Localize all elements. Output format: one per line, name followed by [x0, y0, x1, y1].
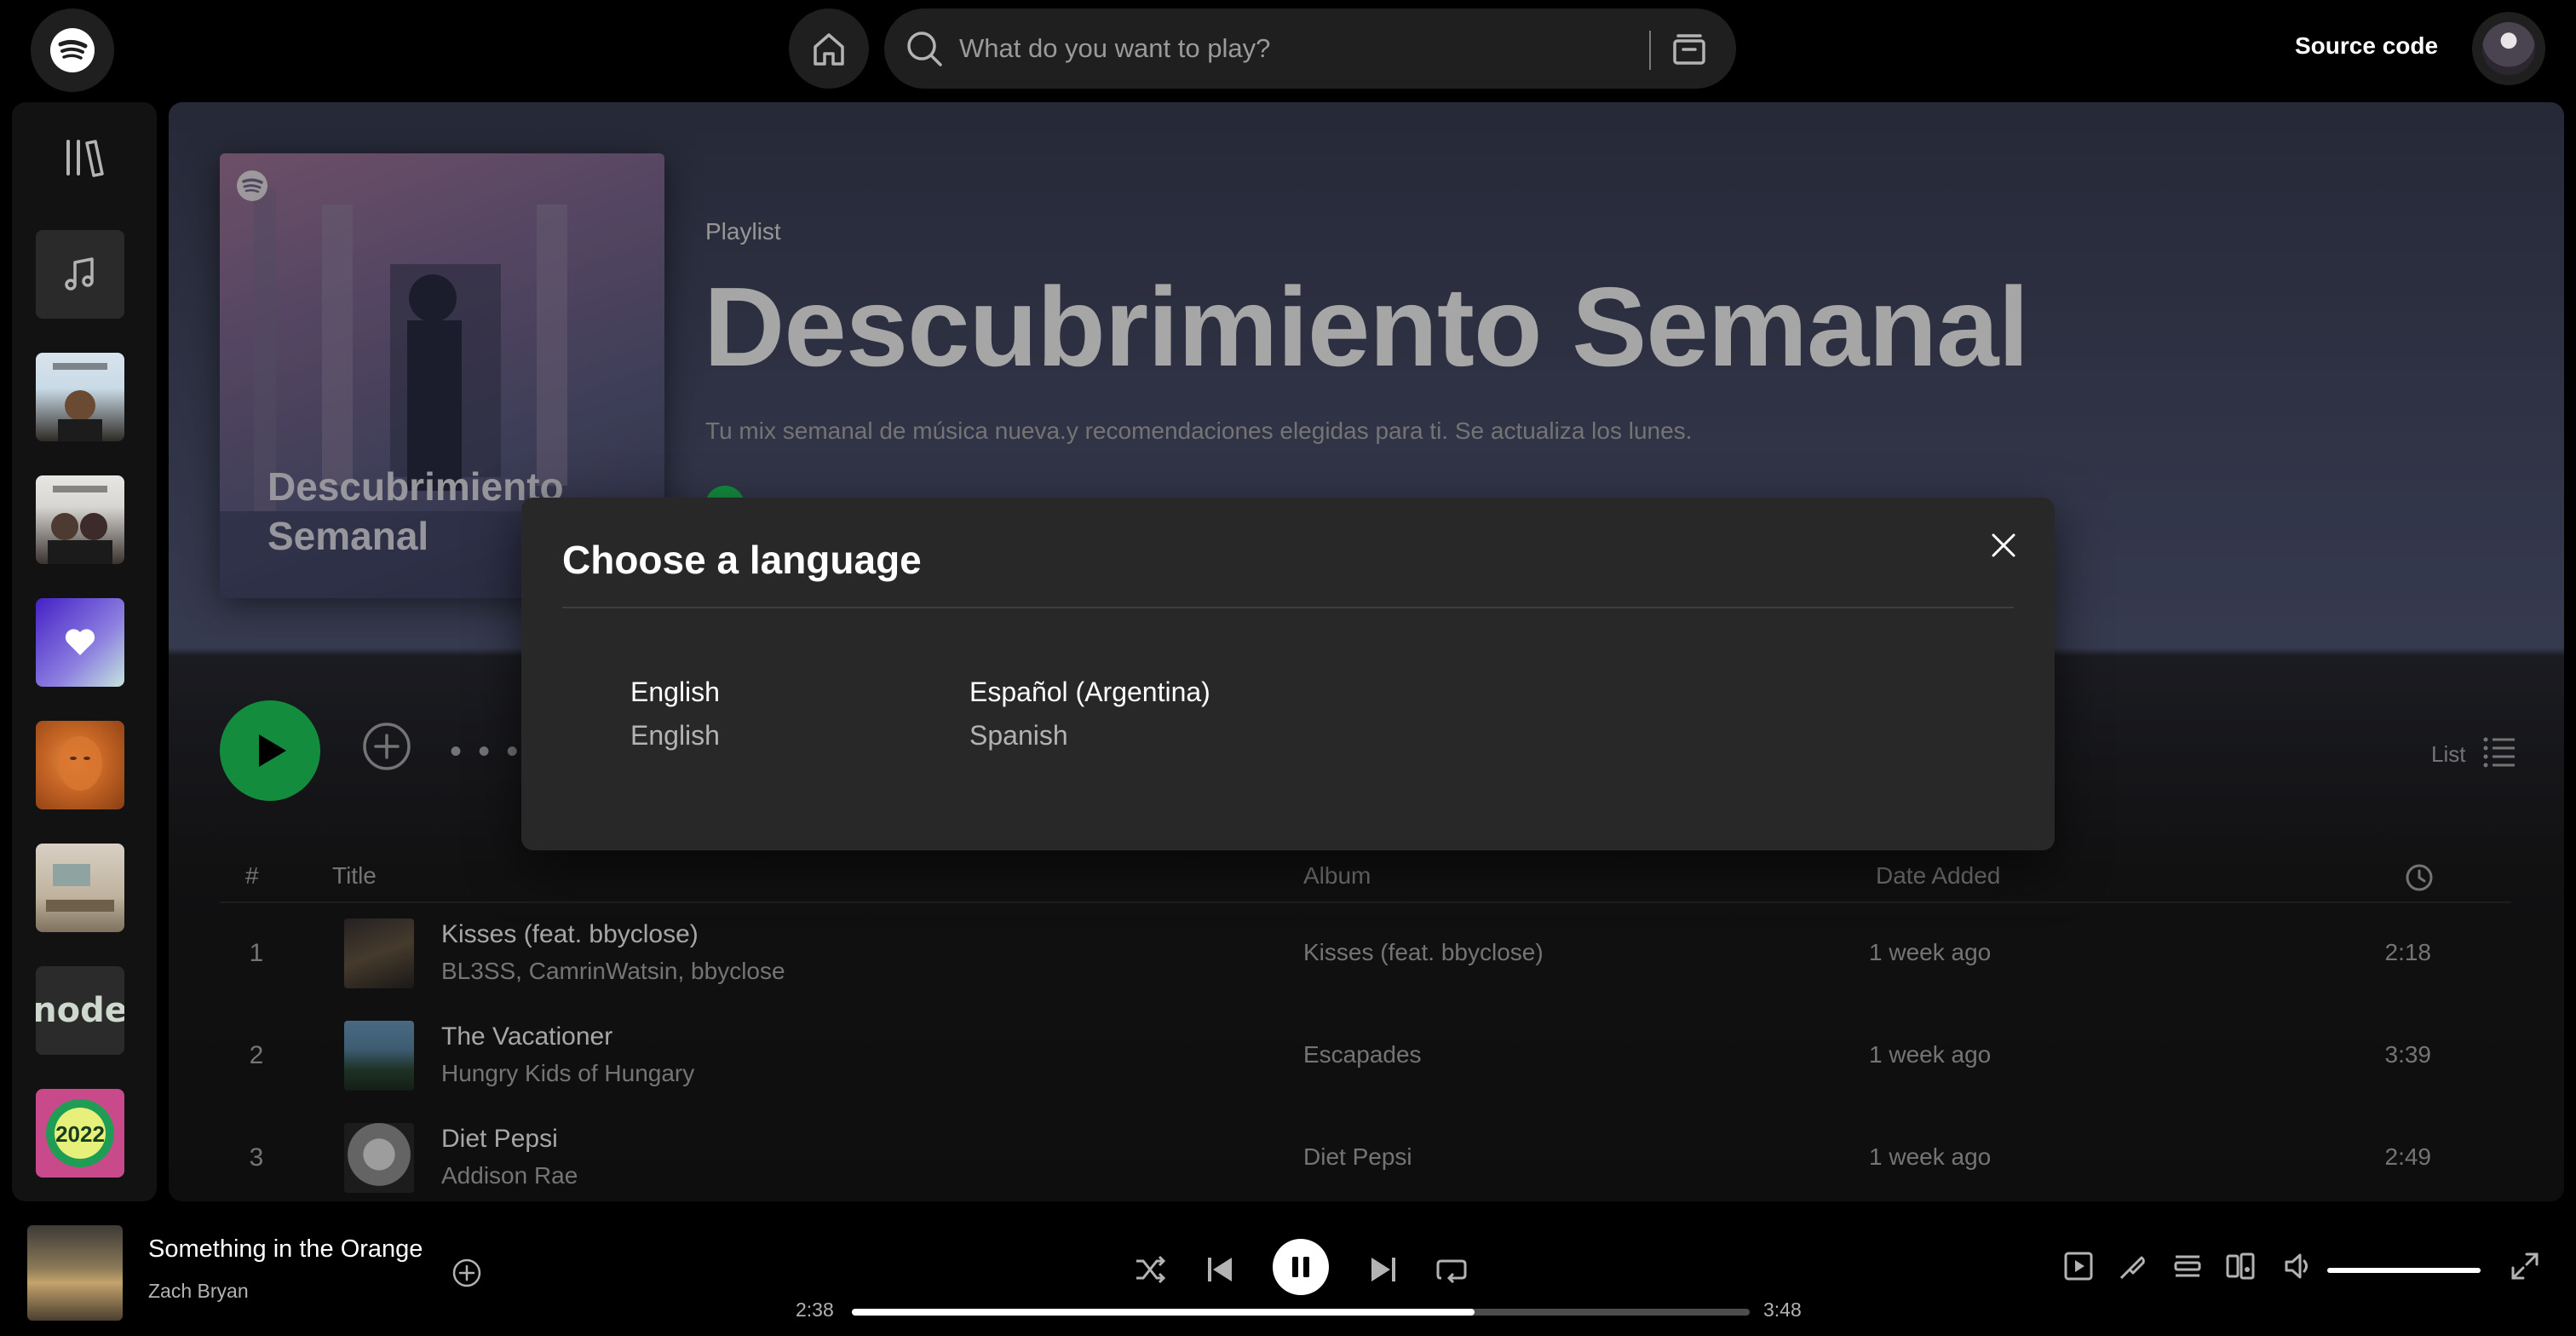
top-2022-text: 2022 [55, 1121, 105, 1147]
language-option-spanish[interactable]: Español (Argentina) Spanish [969, 677, 1210, 752]
rex-orange-county-cover [53, 363, 107, 441]
sidebar-item-music[interactable] [36, 230, 124, 319]
volume-fill [2327, 1268, 2481, 1273]
language-english-name: English [630, 720, 720, 751]
elapsed-time: 2:38 [796, 1299, 834, 1321]
node-cover-text: node [36, 991, 124, 1030]
sidebar-item-twenty-one-pilots[interactable] [36, 475, 124, 564]
volume-icon[interactable] [2283, 1251, 2314, 1281]
sidebar-item-orange-cover[interactable] [36, 721, 124, 809]
now-playing-art [27, 1225, 123, 1321]
music-note-icon [65, 257, 94, 291]
volume-slider[interactable] [2327, 1268, 2481, 1273]
sidebar-item-liked-songs[interactable] [36, 598, 124, 687]
pause-button[interactable] [1273, 1239, 1329, 1295]
sidebar-item-node-cover[interactable]: node [36, 966, 124, 1055]
language-english-name: Spanish [969, 720, 1068, 751]
spotify-logo-icon[interactable] [31, 9, 114, 92]
sidebar: node 2022 [12, 102, 157, 1201]
sidebar-item-top-2022[interactable]: 2022 [36, 1089, 124, 1178]
search-bar[interactable] [884, 9, 1736, 89]
modal-divider [562, 607, 2014, 608]
pause-icon [1292, 1257, 1309, 1277]
room-cover [46, 864, 114, 912]
home-button[interactable] [789, 9, 869, 89]
queue-icon[interactable] [2172, 1251, 2203, 1281]
now-playing-title[interactable]: Something in the Orange [148, 1235, 423, 1264]
now-playing-view-icon[interactable] [2063, 1251, 2094, 1281]
now-playing-artist[interactable]: Zach Bryan [148, 1280, 249, 1303]
modal-title: Choose a language [562, 538, 922, 582]
sidebar-item-room-cover[interactable] [36, 844, 124, 932]
search-icon [907, 32, 942, 66]
next-icon[interactable] [1366, 1252, 1400, 1287]
add-to-liked-icon[interactable] [451, 1258, 482, 1288]
language-modal: Choose a language English English Españo… [521, 498, 2055, 850]
avatar-image [2482, 22, 2535, 75]
connect-device-icon[interactable] [2225, 1251, 2256, 1281]
browse-icon[interactable] [1668, 27, 1711, 70]
sidebar-item-rex-orange-county[interactable] [36, 353, 124, 441]
total-time: 3:48 [1763, 1299, 1802, 1321]
player-bar: Something in the Orange Zach Bryan 2:38 … [0, 1205, 2576, 1336]
fullscreen-icon[interactable] [2510, 1251, 2540, 1281]
close-icon[interactable] [1988, 530, 2019, 561]
language-option-english[interactable]: English English [630, 677, 720, 752]
shuffle-icon[interactable] [1133, 1252, 1167, 1287]
source-code-link[interactable]: Source code [2295, 32, 2438, 60]
search-input[interactable] [959, 27, 1658, 70]
avatar[interactable] [2472, 12, 2545, 85]
language-native-name: English [630, 677, 720, 707]
library-icon[interactable] [63, 136, 106, 179]
lyrics-icon[interactable] [2118, 1251, 2148, 1281]
home-icon [814, 33, 844, 66]
heart-icon [65, 629, 95, 655]
repeat-icon[interactable] [1435, 1252, 1469, 1287]
progress-fill [852, 1309, 1475, 1316]
previous-icon[interactable] [1203, 1252, 1237, 1287]
twenty-one-pilots-cover [48, 486, 112, 564]
playback-progress-bar[interactable] [852, 1309, 1750, 1316]
search-divider [1649, 31, 1651, 70]
orange-face-cover [58, 736, 102, 791]
top-bar: Source code [0, 0, 2576, 99]
language-native-name: Español (Argentina) [969, 677, 1210, 707]
